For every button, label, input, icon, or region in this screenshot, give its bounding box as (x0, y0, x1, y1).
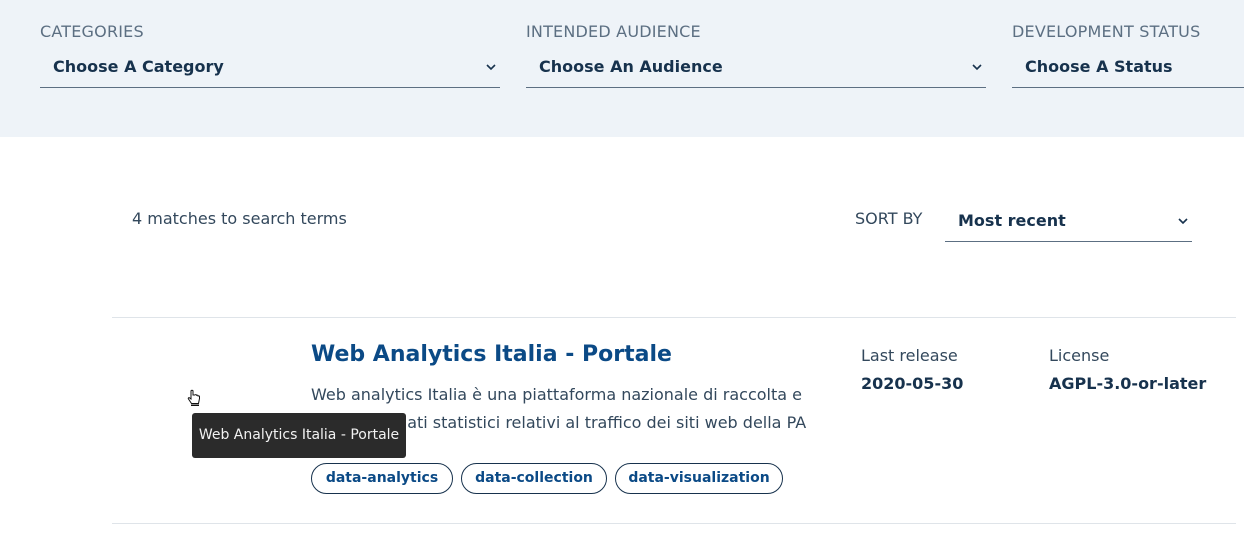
license-value: AGPL-3.0-or-later (1049, 374, 1207, 393)
sort-select[interactable]: Most recent (945, 204, 1192, 242)
divider (112, 317, 1236, 318)
audience-select[interactable]: Choose An Audience (526, 52, 986, 88)
sort-label: SORT BY (855, 209, 923, 228)
filters-bar: CATEGORIES Choose A Category INTENDED AU… (0, 0, 1244, 137)
filter-label: INTENDED AUDIENCE (526, 22, 701, 41)
chevron-down-icon (972, 64, 982, 71)
tooltip: Web Analytics Italia - Portale (192, 413, 406, 458)
item-title-link[interactable]: Web Analytics Italia - Portale (311, 342, 672, 367)
license-label: License (1049, 346, 1110, 365)
last-release-label: Last release (861, 346, 958, 365)
chevron-down-icon (486, 64, 496, 71)
category-select-value: Choose A Category (53, 57, 224, 76)
filter-label: CATEGORIES (40, 22, 144, 41)
filter-label: DEVELOPMENT STATUS (1012, 22, 1201, 41)
category-select[interactable]: Choose A Category (40, 52, 500, 88)
audience-select-value: Choose An Audience (539, 57, 723, 76)
results-count: 4 matches to search terms (132, 209, 347, 228)
status-select[interactable]: Choose A Status (1012, 52, 1244, 88)
divider (112, 523, 1236, 524)
tag-data-collection[interactable]: data-collection (461, 463, 607, 494)
status-select-value: Choose A Status (1025, 57, 1173, 76)
hand-pointer-icon (187, 389, 200, 406)
tag-data-visualization[interactable]: data-visualization (615, 463, 783, 494)
tag-data-analytics[interactable]: data-analytics (311, 463, 453, 494)
last-release-value: 2020-05-30 (861, 374, 964, 393)
sort-select-value: Most recent (958, 211, 1066, 230)
chevron-down-icon (1178, 218, 1188, 225)
